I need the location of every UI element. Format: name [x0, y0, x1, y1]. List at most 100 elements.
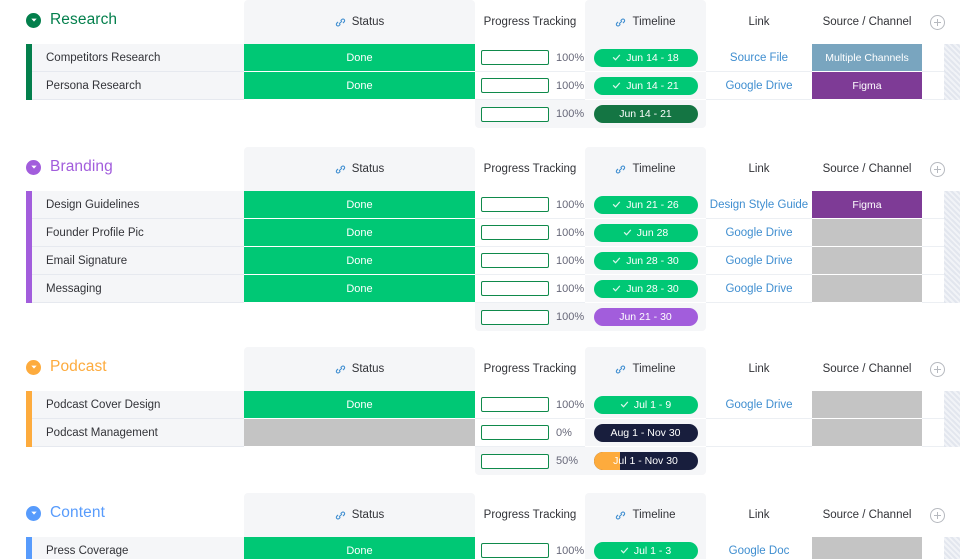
timeline-summary-pill[interactable]: Jun 14 - 21 — [593, 105, 698, 123]
timeline-cell[interactable]: Jun 21 - 26 — [585, 191, 706, 219]
add-column-button[interactable] — [918, 347, 956, 391]
progress-cell[interactable]: 100% — [475, 72, 585, 100]
table-row[interactable]: Podcast Cover Design Done 100% Jul 1 - 9… — [0, 391, 960, 419]
column-header-progress[interactable]: Progress Tracking — [475, 493, 585, 537]
chevron-down-icon[interactable] — [26, 359, 41, 375]
status-badge[interactable]: Done — [244, 44, 475, 72]
row-link[interactable]: Source File — [730, 52, 788, 64]
row-link[interactable]: Design Style Guide — [710, 199, 808, 211]
source-channel-badge[interactable]: Figma — [812, 191, 922, 219]
row-name[interactable]: Messaging — [32, 275, 244, 303]
column-header-status[interactable]: Status — [244, 493, 475, 537]
vertical-scrollbar-track[interactable] — [944, 391, 960, 419]
timeline-cell[interactable]: Aug 1 - Nov 30 — [585, 419, 706, 447]
table-row[interactable]: Persona Research Done 100% Jun 14 - 21 G… — [0, 72, 960, 100]
link-cell[interactable]: Google Drive — [706, 275, 812, 303]
column-header-timeline[interactable]: Timeline — [585, 493, 706, 537]
timeline-pill[interactable]: Jun 14 - 18 — [593, 48, 698, 67]
progress-cell[interactable]: 100% — [475, 44, 585, 72]
table-row[interactable]: Podcast Management 0% Aug 1 - Nov 30 — [0, 419, 960, 447]
status-badge[interactable] — [244, 419, 475, 447]
row-name[interactable]: Podcast Management — [32, 419, 244, 447]
column-header-source[interactable]: Source / Channel — [812, 147, 922, 191]
progress-cell[interactable]: 100% — [475, 191, 585, 219]
link-cell[interactable]: Design Style Guide — [706, 191, 812, 219]
row-name[interactable]: Press Coverage — [32, 537, 244, 559]
column-header-status[interactable]: Status — [244, 347, 475, 391]
vertical-scrollbar-track[interactable] — [944, 44, 960, 72]
progress-cell[interactable]: 100% — [475, 537, 585, 559]
timeline-summary-pill[interactable]: Jul 1 - Nov 30 — [593, 452, 698, 470]
timeline-pill[interactable]: Aug 1 - Nov 30 — [593, 423, 698, 442]
add-column-button[interactable] — [918, 493, 956, 537]
link-cell[interactable]: Google Drive — [706, 391, 812, 419]
group-title[interactable]: Research — [26, 11, 117, 29]
column-header-source[interactable]: Source / Channel — [812, 0, 922, 44]
row-link[interactable]: Google Drive — [725, 283, 792, 295]
timeline-cell[interactable]: Jun 28 - 30 — [585, 247, 706, 275]
status-badge[interactable]: Done — [244, 247, 475, 275]
table-row[interactable]: Founder Profile Pic Done 100% Jun 28 Goo… — [0, 219, 960, 247]
add-column-button[interactable] — [918, 0, 956, 44]
row-link[interactable]: Google Drive — [725, 255, 792, 267]
row-name[interactable]: Email Signature — [32, 247, 244, 275]
timeline-pill[interactable]: Jul 1 - 3 — [593, 541, 698, 559]
row-name[interactable]: Podcast Cover Design — [32, 391, 244, 419]
vertical-scrollbar-track[interactable] — [944, 247, 960, 275]
group-title[interactable]: Podcast — [26, 358, 107, 376]
row-link[interactable]: Google Drive — [725, 80, 792, 92]
column-header-source[interactable]: Source / Channel — [812, 493, 922, 537]
column-header-progress[interactable]: Progress Tracking — [475, 0, 585, 44]
link-cell[interactable] — [706, 419, 812, 447]
link-cell[interactable]: Google Doc — [706, 537, 812, 559]
timeline-pill[interactable]: Jul 1 - 9 — [593, 395, 698, 414]
source-channel-badge[interactable]: Figma — [812, 72, 922, 100]
column-header-status[interactable]: Status — [244, 147, 475, 191]
timeline-cell[interactable]: Jun 14 - 18 — [585, 44, 706, 72]
column-header-link[interactable]: Link — [706, 147, 812, 191]
vertical-scrollbar-track[interactable] — [944, 72, 960, 100]
column-header-timeline[interactable]: Timeline — [585, 347, 706, 391]
row-link[interactable]: Google Drive — [725, 399, 792, 411]
row-name[interactable]: Founder Profile Pic — [32, 219, 244, 247]
table-row[interactable]: Design Guidelines Done 100% Jun 21 - 26 … — [0, 191, 960, 219]
row-link[interactable]: Google Drive — [725, 227, 792, 239]
row-name[interactable]: Persona Research — [32, 72, 244, 100]
add-column-button[interactable] — [918, 147, 956, 191]
vertical-scrollbar-track[interactable] — [944, 219, 960, 247]
column-header-link[interactable]: Link — [706, 493, 812, 537]
timeline-cell[interactable]: Jul 1 - 3 — [585, 537, 706, 559]
row-name[interactable]: Competitors Research — [32, 44, 244, 72]
progress-cell[interactable]: 100% — [475, 219, 585, 247]
chevron-down-icon[interactable] — [26, 159, 41, 175]
column-header-timeline[interactable]: Timeline — [585, 147, 706, 191]
source-channel-badge[interactable]: Multiple Channels — [812, 44, 922, 72]
vertical-scrollbar-track[interactable] — [944, 419, 960, 447]
table-row[interactable]: Press Coverage Done 100% Jul 1 - 3 Googl… — [0, 537, 960, 559]
status-badge[interactable]: Done — [244, 391, 475, 419]
progress-cell[interactable]: 0% — [475, 419, 585, 447]
table-row[interactable]: Email Signature Done 100% Jun 28 - 30 Go… — [0, 247, 960, 275]
source-channel-badge[interactable] — [812, 537, 922, 559]
timeline-pill[interactable]: Jun 28 — [593, 223, 698, 242]
status-badge[interactable]: Done — [244, 537, 475, 559]
row-link[interactable]: Google Doc — [729, 545, 790, 557]
source-channel-badge[interactable] — [812, 391, 922, 419]
timeline-pill[interactable]: Jun 21 - 26 — [593, 195, 698, 214]
source-channel-badge[interactable] — [812, 219, 922, 247]
column-header-link[interactable]: Link — [706, 0, 812, 44]
progress-cell[interactable]: 100% — [475, 391, 585, 419]
progress-cell[interactable]: 100% — [475, 275, 585, 303]
table-row[interactable]: Competitors Research Done 100% Jun 14 - … — [0, 44, 960, 72]
link-cell[interactable]: Source File — [706, 44, 812, 72]
link-cell[interactable]: Google Drive — [706, 219, 812, 247]
timeline-pill[interactable]: Jun 28 - 30 — [593, 251, 698, 270]
status-badge[interactable]: Done — [244, 275, 475, 303]
source-channel-badge[interactable] — [812, 247, 922, 275]
column-header-timeline[interactable]: Timeline — [585, 0, 706, 44]
vertical-scrollbar-track[interactable] — [944, 275, 960, 303]
source-channel-badge[interactable] — [812, 419, 922, 447]
row-name[interactable]: Design Guidelines — [32, 191, 244, 219]
group-title[interactable]: Content — [26, 504, 105, 522]
column-header-link[interactable]: Link — [706, 347, 812, 391]
